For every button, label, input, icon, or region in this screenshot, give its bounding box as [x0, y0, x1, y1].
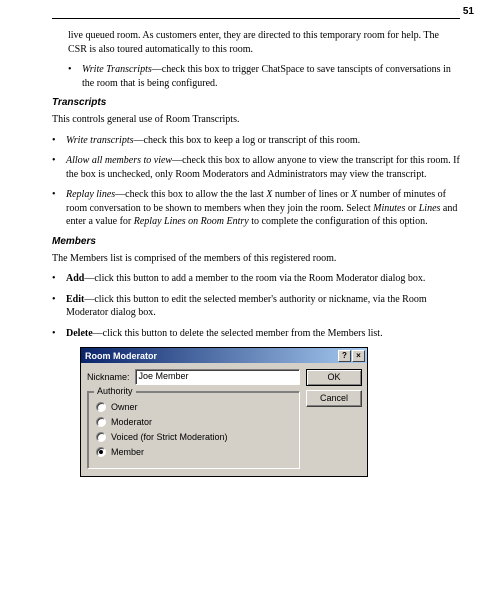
authority-groupbox: Owner Moderator Voiced (for Strict Moder… — [87, 391, 300, 469]
bullet-write-transcripts-config: Write Transcripts—check this box to trig… — [68, 63, 460, 90]
radio-icon — [96, 447, 106, 457]
term: Allow all members to view — [66, 155, 172, 166]
text: to complete the configuration of this op… — [249, 216, 428, 227]
term-edit: Edit — [66, 294, 84, 305]
radio-icon — [96, 432, 106, 442]
term: Replay lines — [66, 189, 115, 200]
room-moderator-dialog: Room Moderator ? × Nickname: Joe Member … — [80, 347, 368, 477]
radio-member[interactable]: Member — [96, 447, 291, 457]
text: —check this box to allow the the last — [115, 189, 266, 200]
text: —click this button to delete the selecte… — [93, 328, 383, 339]
term-minutes: Minutes — [373, 203, 405, 214]
nickname-field[interactable]: Joe Member — [135, 369, 300, 385]
nickname-label: Nickname: — [87, 372, 130, 382]
radio-icon — [96, 402, 106, 412]
subhead-transcripts: Transcripts — [52, 97, 460, 108]
term: Write transcripts — [66, 135, 134, 146]
members-intro: The Members list is comprised of the mem… — [52, 252, 460, 266]
term-add: Add — [66, 273, 84, 284]
continuation-paragraph: live queued room. As customers enter, th… — [68, 29, 460, 56]
bullet-write-transcripts: Write transcripts—check this box to keep… — [52, 134, 460, 148]
bullet-allow-all-members: Allow all members to view—check this box… — [52, 154, 460, 181]
text: —click this button to edit the selected … — [66, 294, 427, 319]
ok-button[interactable]: OK — [306, 369, 362, 386]
page-number: 51 — [463, 6, 474, 17]
term-delete: Delete — [66, 328, 93, 339]
radio-icon — [96, 417, 106, 427]
radio-label: Owner — [111, 402, 138, 412]
subhead-members: Members — [52, 236, 460, 247]
term-lines: Lines — [419, 203, 441, 214]
horizontal-rule — [52, 18, 460, 19]
text: —click this button to add a member to th… — [84, 273, 425, 284]
page-content: live queued room. As customers enter, th… — [0, 0, 500, 487]
radio-voiced[interactable]: Voiced (for Strict Moderation) — [96, 432, 291, 442]
radio-moderator[interactable]: Moderator — [96, 417, 291, 427]
term-write-transcripts: Write Transcripts — [82, 64, 152, 75]
dialog-title: Room Moderator — [85, 351, 157, 361]
radio-label: Member — [111, 447, 144, 457]
help-icon[interactable]: ? — [338, 350, 351, 362]
close-icon[interactable]: × — [352, 350, 365, 362]
transcripts-intro: This controls general use of Room Transc… — [52, 113, 460, 127]
radio-label: Moderator — [111, 417, 152, 427]
text: number of lines or — [272, 189, 351, 200]
cancel-button[interactable]: Cancel — [306, 390, 362, 407]
term-replay-entry: Replay Lines on Room Entry — [134, 216, 249, 227]
bullet-add: Add—click this button to add a member to… — [52, 272, 460, 286]
radio-label: Voiced (for Strict Moderation) — [111, 432, 228, 442]
radio-owner[interactable]: Owner — [96, 402, 291, 412]
bullet-delete: Delete—click this button to delete the s… — [52, 327, 460, 341]
bullet-replay-lines: Replay lines—check this box to allow the… — [52, 188, 460, 229]
dialog-titlebar[interactable]: Room Moderator ? × — [81, 348, 367, 363]
text: —check this box to keep a log or transcr… — [134, 135, 361, 146]
bullet-edit: Edit—click this button to edit the selec… — [52, 293, 460, 320]
text: or — [405, 203, 418, 214]
